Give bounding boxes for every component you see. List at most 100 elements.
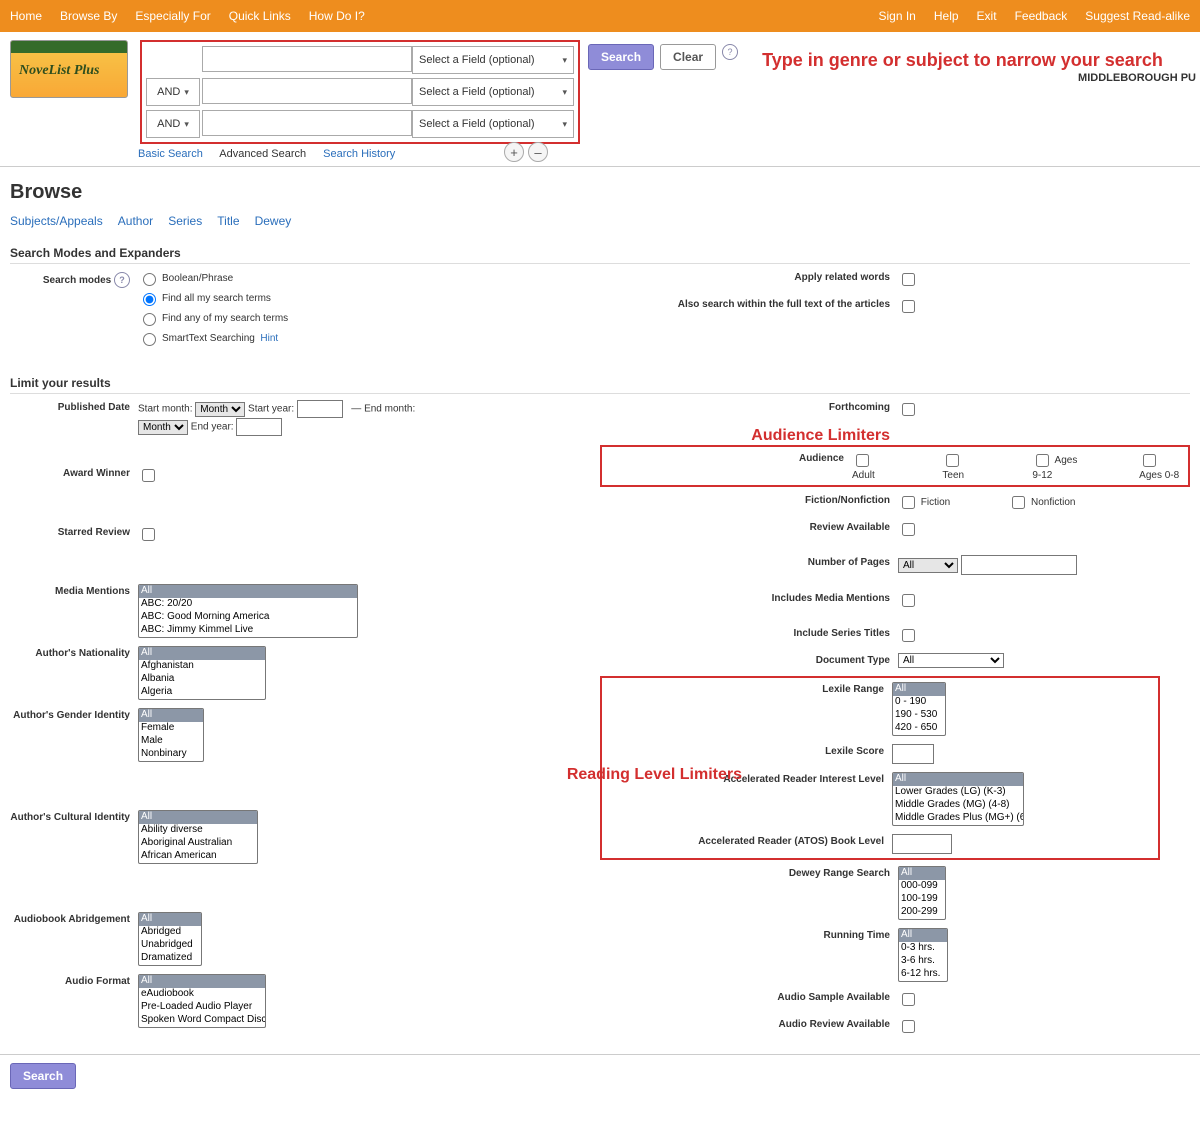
award-label: Award Winner bbox=[10, 466, 138, 485]
footer-search-bar: Search bbox=[0, 1054, 1200, 1097]
nav-browse-by[interactable]: Browse By bbox=[60, 9, 117, 23]
search-term-3[interactable] bbox=[202, 110, 412, 136]
audience-adult-label: Adult bbox=[852, 470, 875, 481]
search-term-2[interactable] bbox=[202, 78, 412, 104]
nav-help[interactable]: Help bbox=[934, 9, 959, 23]
series-label: Include Series Titles bbox=[600, 626, 898, 645]
fiction-checkbox[interactable] bbox=[902, 496, 915, 509]
audiofmt-select[interactable]: AlleAudiobookPre-Loaded Audio PlayerSpok… bbox=[138, 974, 266, 1028]
review-checkbox[interactable] bbox=[902, 523, 915, 536]
mode-boolean-label: Boolean/Phrase bbox=[162, 273, 233, 284]
clear-button[interactable]: Clear bbox=[660, 44, 716, 70]
nonfiction-checkbox[interactable] bbox=[1012, 496, 1025, 509]
lexile-select[interactable]: All0 - 190190 - 530420 - 650 bbox=[892, 682, 946, 736]
novelist-logo[interactable]: NoveList Plus bbox=[10, 40, 128, 98]
add-row-button[interactable]: + bbox=[504, 142, 524, 162]
end-month-select[interactable]: Month bbox=[138, 420, 188, 435]
section-limit-heading: Limit your results bbox=[10, 376, 1190, 394]
tab-dewey[interactable]: Dewey bbox=[255, 214, 292, 228]
footer-search-button[interactable]: Search bbox=[10, 1063, 76, 1089]
forthcoming-checkbox[interactable] bbox=[902, 403, 915, 416]
bool-select-3[interactable]: AND bbox=[146, 110, 200, 138]
ar-interest-select[interactable]: AllLower Grades (LG) (K-3)Middle Grades … bbox=[892, 772, 1024, 826]
nav-exit[interactable]: Exit bbox=[977, 9, 997, 23]
tab-series[interactable]: Series bbox=[168, 214, 202, 228]
pages-input[interactable] bbox=[961, 555, 1077, 575]
gender-select[interactable]: AllFemaleMaleNonbinary bbox=[138, 708, 204, 762]
nav-how-do-i[interactable]: How Do I? bbox=[309, 9, 365, 23]
doctype-select[interactable]: All bbox=[898, 653, 1004, 668]
bool-select-2[interactable]: AND bbox=[146, 78, 200, 106]
mode-smarttext-radio[interactable] bbox=[143, 333, 156, 346]
audioreview-label: Audio Review Available bbox=[600, 1017, 898, 1036]
lexile-label: Lexile Range bbox=[602, 682, 892, 736]
abridge-select[interactable]: AllAbridgedUnabridgedDramatized bbox=[138, 912, 202, 966]
mode-boolean-radio[interactable] bbox=[143, 273, 156, 286]
modes-columns: Search modes ? Boolean/Phrase Find all m… bbox=[10, 270, 1190, 358]
basic-search-link[interactable]: Basic Search bbox=[138, 148, 203, 160]
annotation-search-callout: Type in genre or subject to narrow your … bbox=[762, 50, 1163, 71]
ar-book-input[interactable] bbox=[892, 834, 952, 854]
series-checkbox[interactable] bbox=[902, 629, 915, 642]
starred-label: Starred Review bbox=[10, 525, 138, 544]
pages-op-select[interactable]: All bbox=[898, 558, 958, 573]
start-month-select[interactable]: Month bbox=[195, 402, 245, 417]
field-select-1[interactable]: Select a Field (optional) bbox=[412, 46, 574, 74]
dewey-select[interactable]: All000-099100-199200-299 bbox=[898, 866, 946, 920]
field-select-2[interactable]: Select a Field (optional) bbox=[412, 78, 574, 106]
top-nav-left: Home Browse By Especially For Quick Link… bbox=[10, 9, 365, 23]
end-year-input[interactable] bbox=[236, 418, 282, 436]
lexscore-input[interactable] bbox=[892, 744, 934, 764]
nav-especially-for[interactable]: Especially For bbox=[135, 9, 210, 23]
related-words-label: Apply related words bbox=[600, 270, 898, 289]
audience-9-12-checkbox[interactable] bbox=[1036, 454, 1049, 467]
help-icon[interactable]: ? bbox=[114, 272, 130, 288]
tab-subjects[interactable]: Subjects/Appeals bbox=[10, 214, 103, 228]
help-icon[interactable]: ? bbox=[722, 44, 738, 60]
nav-feedback[interactable]: Feedback bbox=[1015, 9, 1068, 23]
field-select-3-label: Select a Field (optional) bbox=[419, 118, 535, 130]
cultural-select[interactable]: AllAbility diverseAboriginal AustralianA… bbox=[138, 810, 258, 864]
top-nav-bar: Home Browse By Especially For Quick Link… bbox=[0, 0, 1200, 32]
nationality-select[interactable]: AllAfghanistanAlbaniaAlgeria bbox=[138, 646, 266, 700]
remove-row-button[interactable]: – bbox=[528, 142, 548, 162]
limit-left-col: Published Date Start month: Month Start … bbox=[10, 400, 600, 1044]
audioreview-checkbox[interactable] bbox=[902, 1020, 915, 1033]
media-select[interactable]: AllABC: 20/20ABC: Good Morning AmericaAB… bbox=[138, 584, 358, 638]
tab-author[interactable]: Author bbox=[118, 214, 153, 228]
award-checkbox[interactable] bbox=[142, 469, 155, 482]
tab-title[interactable]: Title bbox=[217, 214, 239, 228]
field-select-1-label: Select a Field (optional) bbox=[419, 54, 535, 66]
search-term-1[interactable] bbox=[202, 46, 412, 72]
related-words-checkbox[interactable] bbox=[902, 273, 915, 286]
audience-0-8-checkbox[interactable] bbox=[1143, 454, 1156, 467]
search-row-1: Select a Field (optional) bbox=[146, 46, 574, 74]
audience-adult-checkbox[interactable] bbox=[856, 454, 869, 467]
nav-sign-in[interactable]: Sign In bbox=[879, 9, 916, 23]
running-label: Running Time bbox=[600, 928, 898, 982]
hint-link[interactable]: Hint bbox=[260, 333, 278, 344]
published-date-label: Published Date bbox=[10, 400, 138, 436]
mode-findall-radio[interactable] bbox=[143, 293, 156, 306]
search-row-2: AND Select a Field (optional) bbox=[146, 78, 574, 106]
nav-quick-links[interactable]: Quick Links bbox=[229, 9, 291, 23]
bool-select-2-label: AND bbox=[157, 86, 180, 98]
search-button[interactable]: Search bbox=[588, 44, 654, 70]
audience-teen-checkbox[interactable] bbox=[946, 454, 959, 467]
nav-home[interactable]: Home bbox=[10, 9, 42, 23]
search-history-link[interactable]: Search History bbox=[323, 148, 395, 160]
audiosample-checkbox[interactable] bbox=[902, 993, 915, 1006]
mode-findany-radio[interactable] bbox=[143, 313, 156, 326]
limit-right-col: Forthcoming Audience Limiters Audience A… bbox=[600, 400, 1190, 1044]
running-select[interactable]: All0-3 hrs.3-6 hrs.6-12 hrs. bbox=[898, 928, 948, 982]
fulltext-label: Also search within the full text of the … bbox=[600, 297, 898, 316]
nav-suggest[interactable]: Suggest Read-alike bbox=[1085, 9, 1190, 23]
media-mentions-checkbox[interactable] bbox=[902, 594, 915, 607]
advanced-search-tab[interactable]: Advanced Search bbox=[219, 148, 306, 160]
abridge-label: Audiobook Abridgement bbox=[10, 912, 138, 966]
start-year-input[interactable] bbox=[297, 400, 343, 418]
nationality-label: Author's Nationality bbox=[10, 646, 138, 700]
fulltext-checkbox[interactable] bbox=[902, 300, 915, 313]
field-select-3[interactable]: Select a Field (optional) bbox=[412, 110, 574, 138]
starred-checkbox[interactable] bbox=[142, 528, 155, 541]
